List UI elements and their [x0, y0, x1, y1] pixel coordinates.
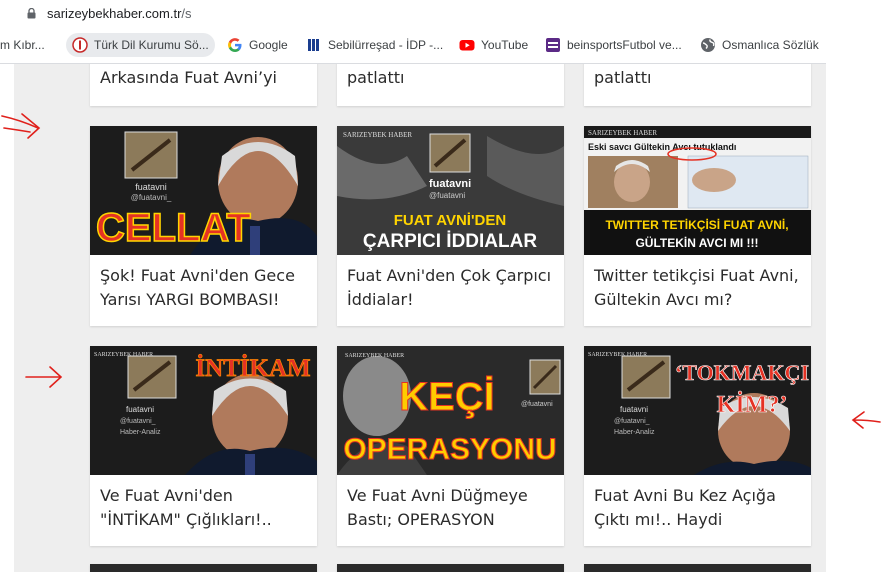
thumbnail-overlay-text: TWITTER TETİKÇİSİ FUAT AVNİ,	[605, 217, 788, 232]
bookmark-tdk[interactable]: Türk Dil Kurumu Sö...	[66, 33, 215, 57]
card-thumbnail[interactable]: fuatavni @fuatavni_ CELLAT	[90, 126, 317, 255]
bookmark-osmanlica[interactable]: Osmanlıca Sözlük	[700, 33, 819, 57]
bookmark-google[interactable]: Google	[227, 33, 288, 57]
bookmarks-bar: m Kıbr... Türk Dil Kurumu Sö... Google S…	[0, 27, 826, 64]
handle-text: @fuatavni_	[614, 418, 650, 425]
card-title[interactable]: patlattı	[347, 66, 557, 90]
thumbnail-overlay-text: ‘TOKMAKÇI	[675, 360, 809, 385]
thumbnail-overlay-text: KİM?’	[717, 392, 788, 418]
article-card[interactable]: SARIZEYBEK HABER Eski savcı Gültekin Avc…	[584, 126, 811, 326]
bookmark-label: YouTube	[481, 38, 529, 52]
thumbnail-overlay-text: ÇARPICI İDDIALAR	[363, 231, 537, 252]
url-path: /s	[181, 6, 192, 21]
article-card[interactable]: fuatavni @fuatavni_ CELLAT Şok! Fuat Avn…	[90, 126, 317, 326]
brand-text: SARIZEYBEK HABER	[588, 129, 657, 137]
headline-text: Eski savcı Gültekin Avcı tutuklandı	[588, 142, 736, 152]
bookmark-label: beinsportsFutbol ve...	[567, 38, 682, 52]
article-card[interactable]: SARIZEYBEK HABER fuatavni @fuatavni_ Hab…	[584, 346, 811, 546]
card-thumbnail[interactable]: SARIZEYBEK HABER fuatavni @fuatavni FUAT…	[337, 126, 564, 255]
bookmark-label: Sebilürreşad - İDP -...	[328, 38, 444, 52]
article-card[interactable]: patlattı	[337, 64, 564, 106]
book-icon	[308, 39, 319, 51]
handle-name: fuatavni	[126, 405, 154, 414]
lock-icon	[27, 8, 36, 19]
thumbnail-overlay-text: OPERASYONU	[343, 433, 556, 466]
article-card[interactable]: SARIZEYBEK HABER fuatavni @fuatavni FUAT…	[337, 126, 564, 326]
card-title[interactable]: Arkasında Fuat Avni’yi	[100, 66, 315, 90]
article-card[interactable]: patlattı	[584, 64, 811, 106]
article-card[interactable]	[337, 564, 564, 572]
article-card[interactable]	[90, 564, 317, 572]
address-bar[interactable]: sarizeybekhaber.com.tr/s	[0, 0, 826, 27]
bookmark-beinsports[interactable]: beinsportsFutbol ve...	[545, 33, 682, 57]
thumbnail-overlay-text: GÜLTEKİN AVCI MI !!!	[635, 235, 758, 250]
bookmark-label: Osmanlıca Sözlük	[722, 38, 819, 52]
bookmark-label: Türk Dil Kurumu Sö...	[94, 38, 209, 52]
category-text: Haber-Analiz	[120, 429, 161, 436]
article-card[interactable]: SARIZEYBEK HABER fuatavni @fuatavni_ Hab…	[90, 346, 317, 546]
handle-text: @fuatavni_	[131, 193, 172, 202]
bookmark-label: Google	[249, 38, 288, 52]
article-card[interactable]	[584, 564, 811, 572]
card-thumbnail[interactable]: SARIZEYBEK HABER fuatavni @fuatavni_ Hab…	[90, 346, 317, 475]
bookmark-youtube[interactable]: YouTube	[459, 33, 528, 57]
thumbnail-overlay-text: KEÇİ	[399, 375, 495, 419]
google-icon	[228, 38, 242, 52]
card-title[interactable]: Şok! Fuat Avni'den Gece Yarısı YARGI BOM…	[100, 264, 310, 312]
handle-text: @fuatavni	[521, 401, 553, 408]
brand-text: SARIZEYBEK HABER	[343, 131, 412, 139]
bookmark-kibris[interactable]: m Kıbr...	[0, 33, 45, 57]
handle-name: fuatavni	[135, 182, 167, 192]
card-thumbnail[interactable]: SARIZEYBEK HABER fuatavni @fuatavni_ Hab…	[584, 346, 811, 475]
card-title[interactable]: patlattı	[594, 66, 804, 90]
annotation-arrow-icon	[1, 113, 41, 139]
article-card[interactable]: SARIZEYBEK HABER @fuatavni KEÇİ OPERASYO…	[337, 346, 564, 546]
beinsports-icon	[546, 38, 560, 52]
globe-icon	[701, 38, 715, 52]
card-title[interactable]: Ve Fuat Avni'den "İNTİKAM" Çığlıkları!..	[100, 484, 310, 532]
article-card[interactable]: Arkasında Fuat Avni’yi	[90, 64, 317, 106]
right-margin	[826, 0, 882, 572]
card-title[interactable]: Twitter tetikçisi Fuat Avni, Gültekin Av…	[594, 264, 804, 312]
thumbnail-overlay-text: İNTİKAM	[195, 354, 310, 382]
handle-name: fuatavni	[429, 178, 471, 190]
annotation-arrow-icon	[25, 366, 63, 388]
url-domain: sarizeybekhaber.com.tr	[47, 6, 182, 21]
page-content: Arkasında Fuat Avni’yi patlattı patlattı…	[14, 64, 826, 572]
thumbnail-overlay-text: CELLAT	[96, 206, 251, 250]
youtube-icon	[459, 40, 475, 51]
card-title[interactable]: Ve Fuat Avni Düğmeye Bastı; OPERASYON	[347, 484, 557, 532]
handle-name: fuatavni	[620, 405, 648, 414]
bookmark-label: m Kıbr...	[0, 38, 45, 52]
url-text[interactable]: sarizeybekhaber.com.tr/s	[47, 6, 192, 21]
bookmark-sebilurresad[interactable]: Sebilürreşad - İDP -...	[306, 33, 443, 57]
card-title[interactable]: Fuat Avni Bu Kez Açığa Çıktı mı!.. Haydi	[594, 484, 804, 532]
tdk-icon	[72, 37, 88, 53]
card-thumbnail[interactable]: SARIZEYBEK HABER Eski savcı Gültekin Avc…	[584, 126, 811, 255]
handle-text: @fuatavni_	[120, 418, 156, 425]
annotation-arrow-icon	[851, 411, 881, 429]
thumbnail-overlay-text: FUAT AVNİ'DEN	[394, 212, 506, 229]
card-thumbnail[interactable]: SARIZEYBEK HABER @fuatavni KEÇİ OPERASYO…	[337, 346, 564, 475]
brand-text: SARIZEYBEK HABER	[345, 353, 404, 359]
category-text: Haber-Analiz	[614, 429, 655, 436]
card-title[interactable]: Fuat Avni'den Çok Çarpıcı İddialar!	[347, 264, 557, 312]
handle-text: @fuatavni	[429, 191, 465, 200]
